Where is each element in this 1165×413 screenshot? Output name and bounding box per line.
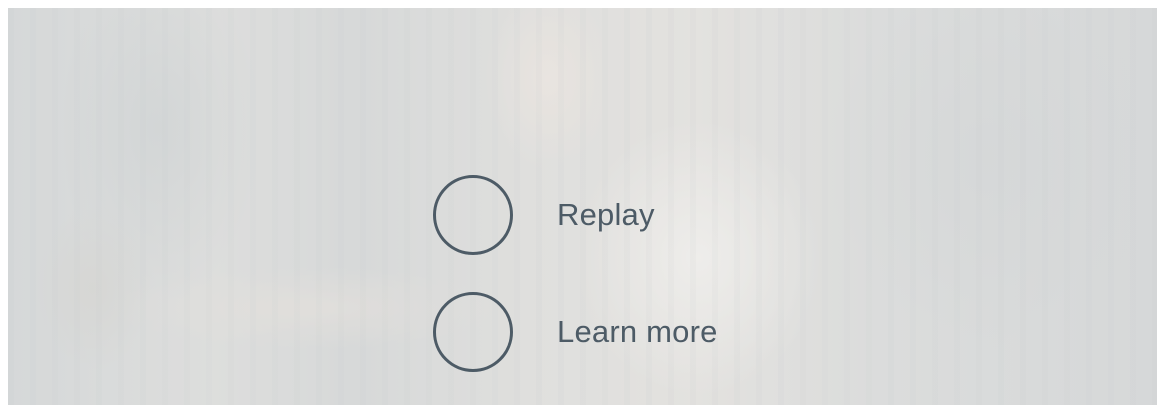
video-player: Replay Learn more <box>8 8 1157 405</box>
learn-more-circle-icon[interactable] <box>433 292 513 372</box>
learn-more-label[interactable]: Learn more <box>557 314 718 350</box>
learn-more-button[interactable]: Learn more <box>433 292 718 372</box>
replay-button[interactable]: Replay <box>433 175 655 255</box>
replay-label[interactable]: Replay <box>557 197 655 233</box>
replay-circle-icon[interactable] <box>433 175 513 255</box>
